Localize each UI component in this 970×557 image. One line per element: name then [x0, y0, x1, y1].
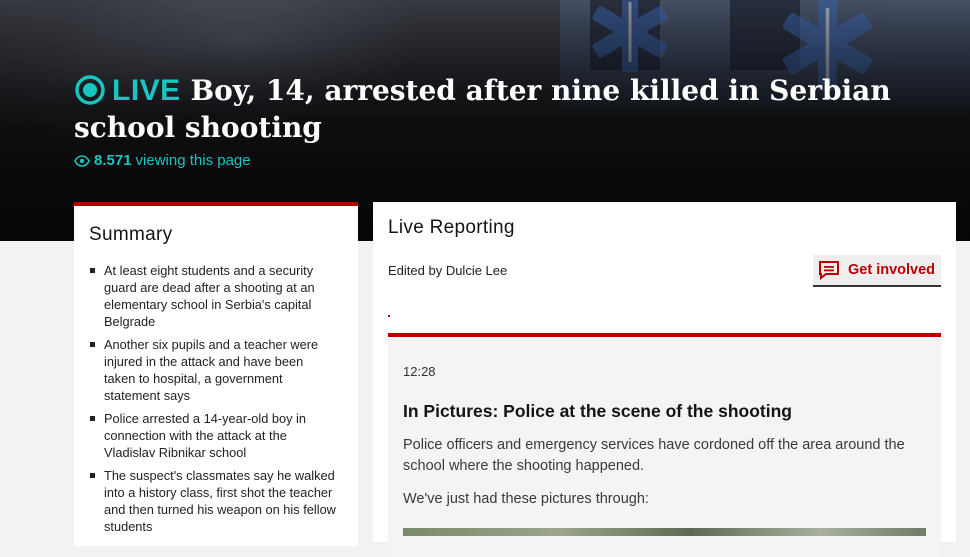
summary-item: Police arrested a 14-year-old boy in con… — [90, 410, 336, 461]
live-reporting-title: Live Reporting — [388, 217, 515, 238]
post-time: 12:28 — [403, 364, 436, 379]
page-title: LIVE Boy, 14, arrested after nine killed… — [74, 72, 954, 146]
comment-icon — [819, 261, 839, 280]
get-involved-button[interactable]: Get involved — [813, 255, 941, 287]
summary-item: Another six pupils and a teacher were in… — [90, 336, 336, 404]
summary-item: The suspect's classmates say he walked i… — [90, 467, 336, 535]
edited-by: Edited by Dulcie Lee — [388, 263, 508, 278]
divider-dot — [388, 315, 390, 317]
live-post: 12:28 In Pictures: Police at the scene o… — [388, 333, 941, 557]
post-body: Police officers and emergency services h… — [403, 437, 905, 474]
headline-text: Boy, 14, arrested after nine killed in S… — [74, 74, 891, 144]
live-indicator-icon — [75, 74, 105, 105]
viewer-number: 8.571 — [94, 152, 132, 169]
live-label: LIVE — [112, 74, 181, 107]
headline-block: LIVE Boy, 14, arrested after nine killed… — [74, 72, 954, 146]
summary-list: At least eight students and a security g… — [74, 262, 358, 535]
summary-title: Summary — [89, 224, 173, 245]
viewer-suffix: viewing this page — [135, 152, 251, 169]
post-body-secondary: We've just had these pictures through: — [403, 491, 649, 507]
post-image — [403, 528, 926, 536]
eye-icon — [74, 154, 90, 167]
summary-panel: Summary At least eight students and a se… — [74, 202, 358, 546]
post-title[interactable]: In Pictures: Police at the scene of the … — [403, 401, 792, 422]
viewer-count: 8.571 viewing this page — [74, 152, 251, 169]
summary-item: At least eight students and a security g… — [90, 262, 336, 330]
get-involved-label: Get involved — [848, 262, 936, 278]
live-reporting-panel: Live Reporting Edited by Dulcie Lee Get … — [373, 202, 956, 557]
